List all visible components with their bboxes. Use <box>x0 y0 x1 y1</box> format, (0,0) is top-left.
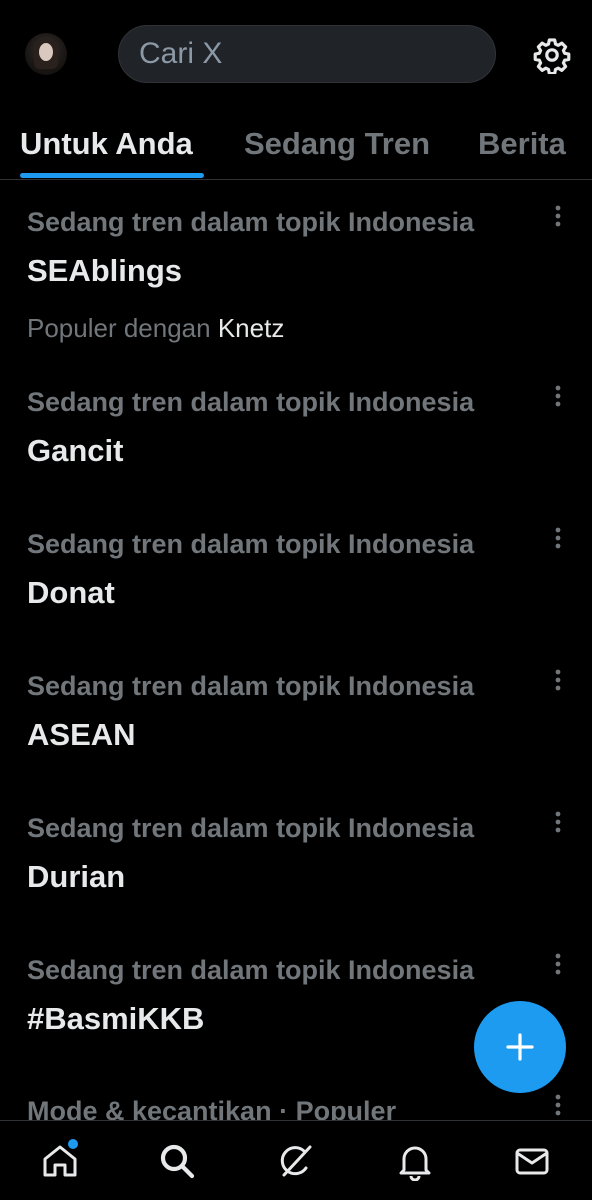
home-notification-dot <box>68 1139 78 1149</box>
plus-icon <box>506 1033 534 1061</box>
more-vertical-icon[interactable] <box>548 203 568 231</box>
gear-icon[interactable] <box>533 36 571 74</box>
more-vertical-icon[interactable] <box>548 951 568 979</box>
trend-context: Sedang tren dalam topik Indonesia <box>27 813 475 843</box>
bell-icon[interactable] <box>395 1141 435 1181</box>
popular-with-name: Knetz <box>217 313 285 343</box>
trend-title: Donat <box>27 575 115 610</box>
popular-with-label: Populer dengan <box>27 313 211 343</box>
trend-context: Sedang tren dalam topik Indonesia <box>27 207 475 237</box>
avatar-face <box>39 43 53 61</box>
explore-page: Untuk Anda Sedang Tren Berita Sedang tre… <box>0 0 592 1200</box>
search-icon[interactable] <box>157 1141 197 1181</box>
trend-title: ASEAN <box>27 717 136 752</box>
more-vertical-icon[interactable] <box>548 525 568 553</box>
more-vertical-icon[interactable] <box>548 809 568 837</box>
trend-context: Sedang tren dalam topik Indonesia <box>27 387 475 417</box>
top-bar <box>0 0 592 110</box>
more-vertical-icon[interactable] <box>548 667 568 695</box>
tab-sedang-tren[interactable]: Sedang Tren <box>244 126 430 162</box>
trend-context: Sedang tren dalam topik Indonesia <box>27 671 475 701</box>
active-tab-indicator <box>20 173 204 178</box>
trend-title: Gancit <box>27 433 124 468</box>
trend-popular-with: Populer dengan Knetz <box>27 313 284 344</box>
bottom-nav <box>0 1120 592 1200</box>
trend-title: #BasmiKKB <box>27 1001 205 1036</box>
more-vertical-icon[interactable] <box>548 383 568 411</box>
search-input[interactable] <box>139 26 479 82</box>
avatar[interactable] <box>25 33 67 75</box>
search-box[interactable] <box>118 25 496 83</box>
trend-context: Sedang tren dalam topik Indonesia <box>27 529 475 559</box>
trend-title: SEAblings <box>27 253 183 288</box>
tab-untuk-anda[interactable]: Untuk Anda <box>20 126 193 162</box>
trend-title: Durian <box>27 859 126 894</box>
more-vertical-icon[interactable] <box>548 1092 568 1120</box>
trend-context: Sedang tren dalam topik Indonesia <box>27 955 475 985</box>
tab-berita[interactable]: Berita <box>478 126 566 162</box>
grok-icon[interactable] <box>276 1141 316 1181</box>
tab-bar: Untuk Anda Sedang Tren Berita <box>0 110 592 180</box>
compose-button[interactable] <box>474 1001 566 1093</box>
mail-icon[interactable] <box>512 1141 552 1181</box>
